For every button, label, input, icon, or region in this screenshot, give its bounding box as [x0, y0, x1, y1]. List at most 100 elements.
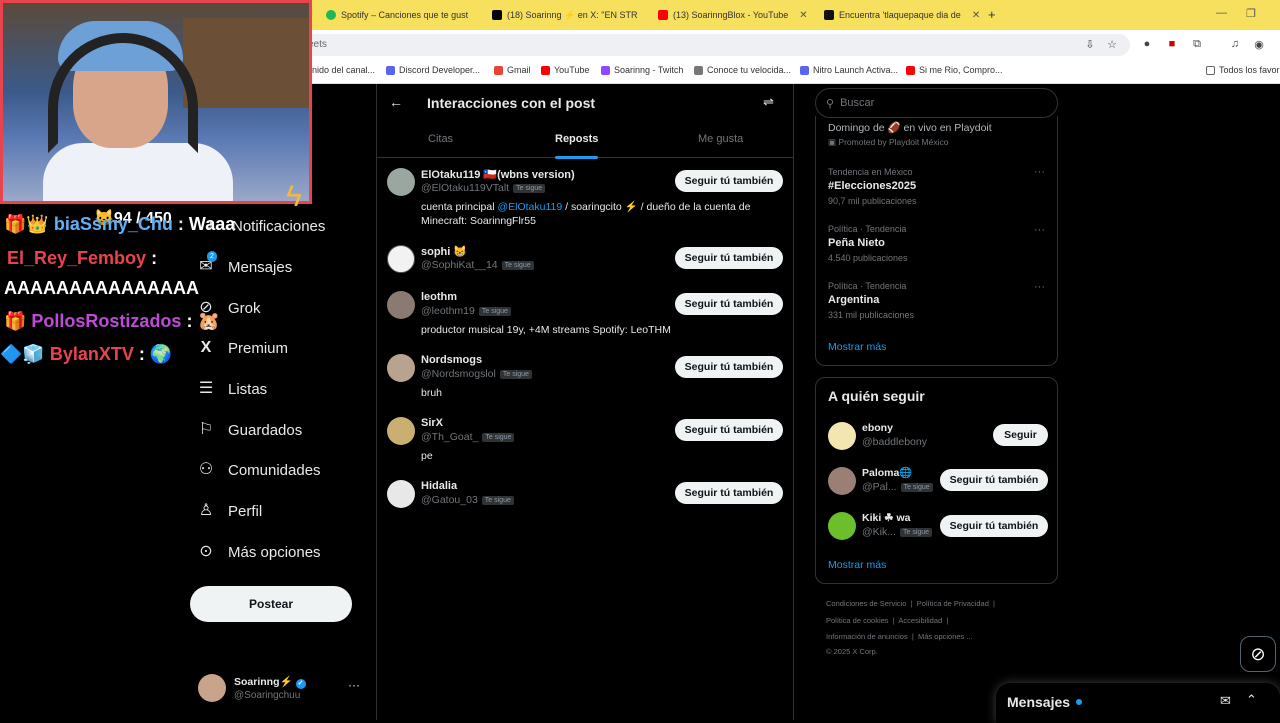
promoted-trend-title[interactable]: Domingo de 🏈 en vivo en Playdoit: [828, 121, 992, 134]
list-item[interactable]: leothm @leothm19 Te sigue productor music…: [387, 291, 787, 341]
bookmark[interactable]: Conoce tu velocida...: [694, 65, 791, 75]
follow-back-button[interactable]: Seguir tú también: [675, 419, 783, 441]
follow-back-button[interactable]: Seguir tú también: [675, 170, 783, 192]
follow-back-button[interactable]: Seguir tú también: [675, 482, 783, 504]
tab-youtube[interactable]: (13) SoarinngBlox - YouTube ✕: [658, 5, 818, 25]
mention-link[interactable]: @ElOtaku119: [497, 201, 562, 213]
profile-icon[interactable]: ◉: [1252, 38, 1266, 52]
messages-drawer[interactable]: Mensajes ✉ ⌃: [996, 683, 1280, 723]
more-icon[interactable]: ···: [1034, 166, 1045, 178]
footer-link[interactable]: Información de anuncios: [826, 632, 908, 641]
page-header: ← Interacciones con el post ⇌: [377, 84, 793, 122]
account-switcher[interactable]: Soarinng⚡ ✓ @Soaringchuu ···: [198, 674, 363, 704]
footer-link[interactable]: Política de Privacidad: [917, 599, 989, 608]
suggestion-name[interactable]: Kiki ☘ wa: [862, 512, 911, 524]
address-bar[interactable]: eets: [300, 34, 1130, 56]
bookmark[interactable]: Si me Rio, Compro...: [906, 65, 1003, 75]
tab-x[interactable]: (18) Soarinng ⚡ en X: "EN STR: [492, 5, 652, 25]
account-handle: @Soaringchuu: [234, 690, 301, 701]
nav-notifications[interactable]: ♪ Notificaciones: [200, 216, 325, 236]
nav-bookmarks[interactable]: ⚐ Guardados: [196, 420, 302, 440]
list-item[interactable]: Hidalia @Gatou_03 Te sigue Seguir tú tamb…: [387, 480, 787, 514]
nav-communities[interactable]: ⚇ Comunidades: [196, 460, 321, 480]
trend-name[interactable]: Argentina: [828, 294, 879, 306]
list-item[interactable]: sophi 😸 @SophiKat__14 Te sigue Seguir tú …: [387, 245, 787, 279]
filter-icon[interactable]: ⇌: [763, 94, 774, 110]
more-icon[interactable]: ···: [348, 678, 360, 692]
suggestion-handle: @Kik... Te sigue: [862, 526, 933, 538]
list-item[interactable]: SirX @Th_Goat_ Te sigue pe Seguir tú tamb…: [387, 417, 787, 467]
bookmark[interactable]: Soarinng - Twitch: [601, 65, 683, 75]
post-button[interactable]: Postear: [190, 586, 352, 622]
media-icon[interactable]: ♫: [1228, 38, 1242, 52]
trend-meta: Política · Tendencia: [828, 224, 907, 234]
bookmark[interactable]: nido del canal...: [312, 65, 375, 75]
grok-icon[interactable]: ⊘: [1240, 636, 1276, 672]
list-item[interactable]: ElOtaku119 🇨🇱(wbns version) @ElOtaku119V…: [387, 168, 787, 228]
extension-icon[interactable]: ■: [1165, 38, 1179, 52]
tab-tiktok[interactable]: Encuentra 'tlaquepaque dia de ✕: [824, 5, 984, 25]
nav-more[interactable]: ⊙ Más opciones: [196, 542, 320, 562]
user-bio: pe: [421, 450, 433, 462]
restore-icon[interactable]: ❐: [1246, 7, 1256, 20]
who-to-follow-title: A quién seguir: [828, 388, 925, 404]
user-name: sophi 😸: [421, 246, 468, 258]
follow-button[interactable]: Seguir: [993, 424, 1048, 446]
chevron-up-icon[interactable]: ⌃: [1246, 692, 1257, 708]
minimize-icon[interactable]: —: [1216, 7, 1227, 19]
trend-name[interactable]: Peña Nieto: [828, 237, 885, 249]
follow-back-button[interactable]: Seguir tú también: [940, 515, 1048, 537]
nav-premium[interactable]: X Premium: [196, 338, 288, 358]
user-handle: @Nordsmogslol Te sigue: [421, 368, 532, 380]
follow-back-button[interactable]: Seguir tú también: [675, 293, 783, 315]
nav-profile[interactable]: ♙ Perfil: [196, 501, 262, 521]
show-more-suggestions-link[interactable]: Mostrar más: [828, 559, 886, 571]
follow-back-button[interactable]: Seguir tú también: [675, 247, 783, 269]
new-tab-button[interactable]: +: [988, 7, 996, 22]
close-icon[interactable]: ✕: [972, 10, 980, 21]
tab-quotes[interactable]: Citas: [428, 133, 453, 145]
bookmark[interactable]: Discord Developer...: [386, 65, 480, 75]
grok-icon: ⊘: [199, 299, 213, 316]
puzzle-icon[interactable]: ⧉: [1190, 38, 1204, 52]
chat-message: 🎁 PollosRostizados : 🐹: [4, 311, 220, 331]
trend-count: 90,7 mil publicaciones: [828, 196, 917, 206]
more-icon[interactable]: ···: [1034, 224, 1045, 236]
tab-spotify[interactable]: Spotify – Canciones que te gust: [326, 5, 486, 25]
close-icon[interactable]: ✕: [799, 10, 807, 21]
nav-lists[interactable]: ☰ Listas: [196, 379, 267, 399]
suggestion-name[interactable]: ebony: [862, 422, 893, 434]
list-item[interactable]: Nordsmogs @Nordsmogslol Te sigue bruh Seg…: [387, 354, 787, 404]
install-icon[interactable]: ⇩: [1083, 38, 1097, 52]
tab-likes[interactable]: Me gusta: [698, 133, 743, 145]
more-icon[interactable]: ···: [1034, 281, 1045, 293]
search-input[interactable]: ⚲ Buscar: [815, 88, 1058, 118]
new-message-icon[interactable]: ✉: [1220, 693, 1231, 709]
footer-link[interactable]: Política de cookies: [826, 616, 889, 625]
show-more-trends-link[interactable]: Mostrar más: [828, 341, 886, 353]
bookmark[interactable]: YouTube: [541, 65, 589, 75]
bookmark-folder[interactable]: Todos los favori: [1206, 65, 1280, 75]
background-shelf: [183, 18, 309, 108]
bookmark[interactable]: Nitro Launch Activa...: [800, 65, 898, 75]
footer-link[interactable]: Condiciones de Servicio: [826, 599, 906, 608]
twitch-icon: [601, 65, 610, 75]
follow-back-button[interactable]: Seguir tú también: [675, 356, 783, 378]
bookmark[interactable]: Gmail: [494, 65, 531, 75]
avatar: [387, 291, 415, 319]
x-icon: [492, 10, 502, 20]
nav-grok[interactable]: ⊘ Grok: [196, 298, 260, 318]
back-arrow-icon[interactable]: ←: [389, 94, 403, 110]
nav-messages[interactable]: ✉ 2 Mensajes: [196, 251, 292, 277]
avatar: [387, 354, 415, 382]
follow-back-button[interactable]: Seguir tú también: [940, 469, 1048, 491]
user-bio: productor musical 19y, +4M streams Spoti…: [421, 324, 671, 336]
footer-link[interactable]: Accesibilidad: [898, 616, 942, 625]
trend-name[interactable]: #Elecciones2025: [828, 180, 916, 192]
suggestion-name[interactable]: Paloma🌐: [862, 466, 912, 479]
star-icon[interactable]: ☆: [1105, 38, 1119, 52]
footer-link[interactable]: Más opciones ...: [918, 632, 973, 641]
extension-icon[interactable]: ●: [1140, 38, 1154, 52]
tab-reposts[interactable]: Reposts: [555, 133, 599, 159]
nitro-icon: [800, 65, 809, 75]
